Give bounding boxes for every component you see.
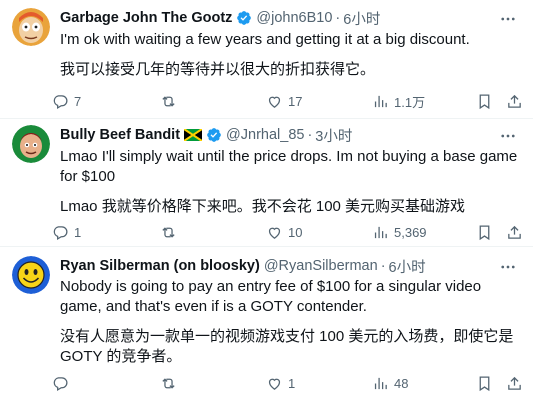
reply-button[interactable]: [52, 372, 74, 394]
tweet-text-translation: 我可以接受几年的等待并以很大的折扣获得它。: [60, 61, 376, 78]
views-chart-icon: [374, 377, 387, 389]
tweet-header: Ryan Silberman (on bloosky) @RyanSilberm…: [60, 256, 426, 276]
views-button[interactable]: 48: [372, 372, 408, 394]
like-button[interactable]: 17: [266, 90, 302, 112]
reply-button[interactable]: 1: [52, 221, 81, 243]
tweet-2[interactable]: Bully Beef Bandit @Jnrhal_85 · 3小时 Lmao …: [0, 119, 533, 246]
action-bar: 7 17 1.1万: [52, 90, 522, 112]
cartoon-person-avatar-icon: [12, 125, 50, 163]
retweet-button[interactable]: [160, 221, 182, 243]
separator-dot: ·: [335, 10, 341, 26]
tweet-text-original: Lmao I'll simply wait until the price dr…: [60, 148, 518, 185]
display-name[interactable]: Ryan Silberman (on bloosky): [60, 258, 260, 274]
tweet-text-translation: Lmao 我就等价格降下来吧。我不会花 100 美元购买基础游戏: [60, 198, 466, 215]
retweet-icon: [162, 95, 175, 107]
tweet-text-original: I'm ok with waiting a few years and gett…: [60, 31, 470, 48]
bookmark-icon: [479, 93, 490, 109]
view-count: 1.1万: [394, 94, 426, 110]
tweet-text-original: Nobody is going to pay an entry fee of $…: [60, 278, 482, 315]
heart-icon: [268, 227, 281, 239]
bookmark-button[interactable]: [476, 372, 498, 394]
tweet-3[interactable]: Ryan Silberman (on bloosky) @RyanSilberm…: [0, 247, 533, 401]
verified-badge-icon: [236, 10, 252, 26]
retweet-icon: [162, 226, 175, 238]
like-count: 10: [288, 224, 303, 240]
reply-icon: [53, 225, 68, 240]
display-name[interactable]: Garbage John The Gootz: [60, 10, 232, 26]
action-bar: 1 10 5,369: [52, 221, 522, 243]
views-chart-icon: [374, 95, 387, 107]
share-button[interactable]: [506, 90, 528, 112]
tweet-1[interactable]: Garbage John The Gootz @john6B10 · 6小时 I…: [0, 0, 533, 118]
reply-count: 1: [74, 224, 82, 240]
bookmark-icon: [479, 375, 490, 391]
cartoon-face-avatar-icon: [12, 8, 50, 46]
retweet-icon: [162, 377, 175, 389]
bookmark-button[interactable]: [476, 90, 498, 112]
views-button[interactable]: 1.1万: [372, 90, 425, 112]
user-handle[interactable]: @Jnrhal_85: [226, 127, 304, 143]
bookmark-icon: [479, 224, 490, 240]
share-icon: [508, 94, 521, 108]
tweet-header: Bully Beef Bandit @Jnrhal_85 · 3小时: [60, 125, 352, 145]
more-options-icon[interactable]: [499, 258, 517, 276]
timestamp[interactable]: 3小时: [315, 125, 352, 146]
verified-badge-icon: [206, 127, 222, 143]
separator-dot: ·: [380, 258, 386, 274]
share-button[interactable]: [506, 221, 528, 243]
views-chart-icon: [374, 226, 387, 238]
more-options-icon[interactable]: [499, 127, 517, 145]
like-count: 1: [288, 375, 296, 391]
timestamp[interactable]: 6小时: [389, 256, 426, 277]
tweet-text-translation: 没有人愿意为一款单一的视频游戏支付 100 美元的入场费，即使它是 GOTY 的…: [60, 328, 514, 365]
avatar[interactable]: [12, 125, 50, 163]
display-name[interactable]: Bully Beef Bandit: [60, 127, 180, 143]
retweet-button[interactable]: [160, 372, 182, 394]
reply-button[interactable]: 7: [52, 90, 81, 112]
reply-icon: [53, 376, 68, 391]
smiley-face-avatar-icon: [12, 256, 50, 294]
views-button[interactable]: 5,369: [372, 221, 427, 243]
heart-icon: [268, 378, 281, 390]
heart-icon: [268, 96, 281, 108]
share-icon: [508, 376, 521, 390]
timestamp[interactable]: 6小时: [343, 8, 380, 29]
avatar[interactable]: [12, 256, 50, 294]
reply-icon: [53, 94, 68, 109]
tweet-text: I'm ok with waiting a few years and gett…: [60, 30, 520, 90]
retweet-button[interactable]: [160, 90, 182, 112]
separator-dot: ·: [307, 127, 313, 143]
view-count: 5,369: [394, 224, 427, 240]
like-button[interactable]: 1: [266, 372, 295, 394]
user-handle[interactable]: @RyanSilberman: [264, 258, 378, 274]
tweet-text: Lmao I'll simply wait until the price dr…: [60, 147, 520, 227]
share-button[interactable]: [506, 372, 528, 394]
bookmark-button[interactable]: [476, 221, 498, 243]
view-count: 48: [394, 375, 409, 391]
reply-count: 7: [74, 93, 82, 109]
like-count: 17: [288, 93, 303, 109]
avatar[interactable]: [12, 8, 50, 46]
like-button[interactable]: 10: [266, 221, 302, 243]
action-bar: 1 48: [52, 372, 522, 394]
user-handle[interactable]: @john6B10: [256, 10, 332, 26]
tweet-text: Nobody is going to pay an entry fee of $…: [60, 277, 520, 377]
jamaica-flag-icon: [183, 128, 203, 142]
share-icon: [508, 225, 521, 239]
tweet-header: Garbage John The Gootz @john6B10 · 6小时: [60, 8, 380, 28]
more-options-icon[interactable]: [499, 10, 517, 28]
